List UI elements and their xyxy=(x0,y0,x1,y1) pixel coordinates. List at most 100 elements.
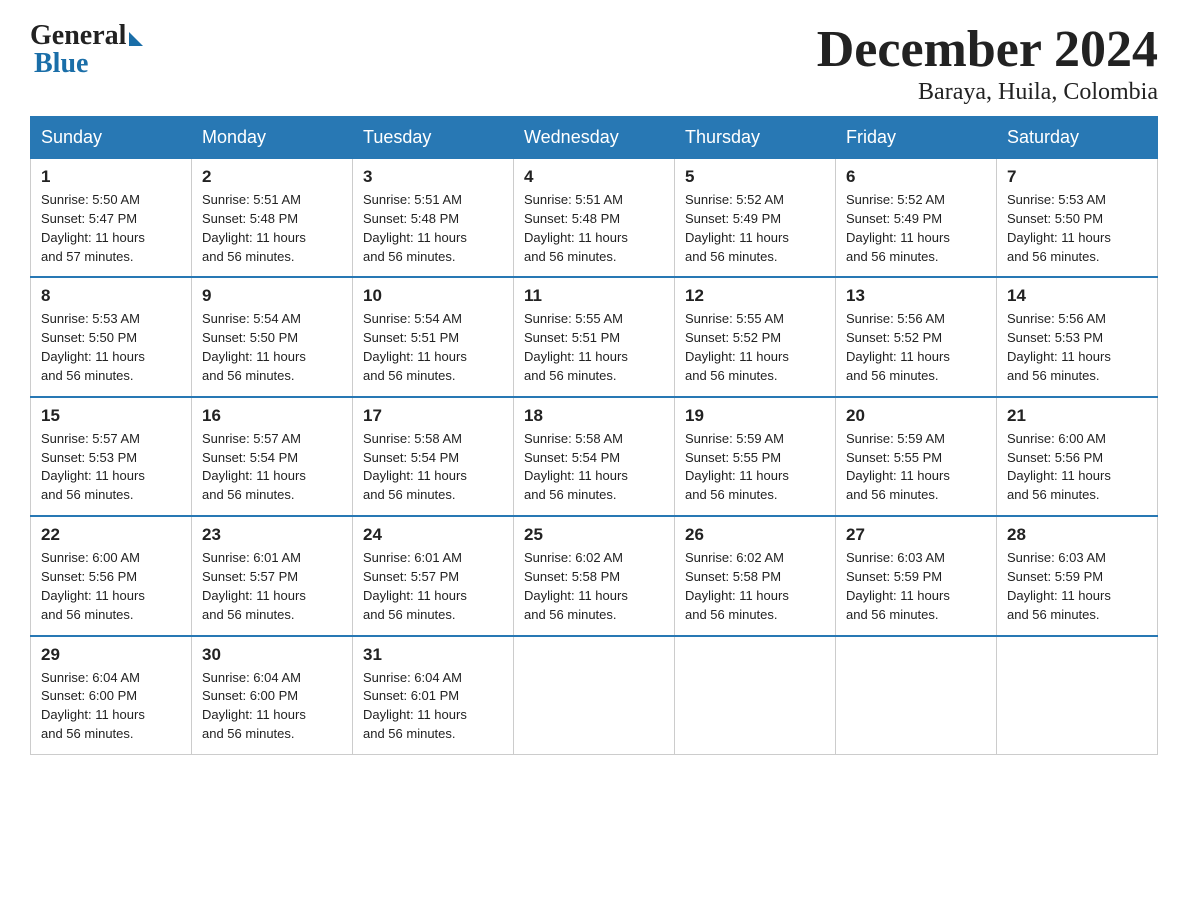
day-info: Sunrise: 6:04 AM Sunset: 6:00 PM Dayligh… xyxy=(202,669,342,744)
day-info: Sunrise: 5:54 AM Sunset: 5:50 PM Dayligh… xyxy=(202,310,342,385)
day-info: Sunrise: 6:04 AM Sunset: 6:01 PM Dayligh… xyxy=(363,669,503,744)
calendar-day-header: Thursday xyxy=(675,117,836,159)
calendar-cell: 6 Sunrise: 5:52 AM Sunset: 5:49 PM Dayli… xyxy=(836,159,997,278)
day-number: 13 xyxy=(846,286,986,306)
calendar-cell xyxy=(675,636,836,755)
day-info: Sunrise: 6:02 AM Sunset: 5:58 PM Dayligh… xyxy=(524,549,664,624)
day-number: 6 xyxy=(846,167,986,187)
calendar-cell xyxy=(514,636,675,755)
calendar-cell: 17 Sunrise: 5:58 AM Sunset: 5:54 PM Dayl… xyxy=(353,397,514,516)
calendar-cell: 30 Sunrise: 6:04 AM Sunset: 6:00 PM Dayl… xyxy=(192,636,353,755)
day-number: 14 xyxy=(1007,286,1147,306)
calendar-day-header: Wednesday xyxy=(514,117,675,159)
day-info: Sunrise: 5:56 AM Sunset: 5:53 PM Dayligh… xyxy=(1007,310,1147,385)
calendar-cell: 8 Sunrise: 5:53 AM Sunset: 5:50 PM Dayli… xyxy=(31,277,192,396)
calendar-table: SundayMondayTuesdayWednesdayThursdayFrid… xyxy=(30,116,1158,755)
day-number: 20 xyxy=(846,406,986,426)
logo-blue-text: Blue xyxy=(34,48,88,80)
calendar-cell: 1 Sunrise: 5:50 AM Sunset: 5:47 PM Dayli… xyxy=(31,159,192,278)
calendar-cell: 10 Sunrise: 5:54 AM Sunset: 5:51 PM Dayl… xyxy=(353,277,514,396)
calendar-cell: 13 Sunrise: 5:56 AM Sunset: 5:52 PM Dayl… xyxy=(836,277,997,396)
day-number: 18 xyxy=(524,406,664,426)
day-info: Sunrise: 6:00 AM Sunset: 5:56 PM Dayligh… xyxy=(1007,430,1147,505)
day-number: 5 xyxy=(685,167,825,187)
calendar-cell: 25 Sunrise: 6:02 AM Sunset: 5:58 PM Dayl… xyxy=(514,516,675,635)
day-number: 15 xyxy=(41,406,181,426)
day-number: 4 xyxy=(524,167,664,187)
day-number: 7 xyxy=(1007,167,1147,187)
day-info: Sunrise: 5:52 AM Sunset: 5:49 PM Dayligh… xyxy=(685,191,825,266)
day-number: 19 xyxy=(685,406,825,426)
logo-arrow-icon xyxy=(129,32,143,46)
day-info: Sunrise: 6:03 AM Sunset: 5:59 PM Dayligh… xyxy=(1007,549,1147,624)
day-number: 22 xyxy=(41,525,181,545)
page-subtitle: Baraya, Huila, Colombia xyxy=(817,79,1158,106)
day-info: Sunrise: 5:51 AM Sunset: 5:48 PM Dayligh… xyxy=(363,191,503,266)
calendar-day-header: Monday xyxy=(192,117,353,159)
calendar-cell: 12 Sunrise: 5:55 AM Sunset: 5:52 PM Dayl… xyxy=(675,277,836,396)
day-number: 17 xyxy=(363,406,503,426)
calendar-cell: 15 Sunrise: 5:57 AM Sunset: 5:53 PM Dayl… xyxy=(31,397,192,516)
day-info: Sunrise: 5:54 AM Sunset: 5:51 PM Dayligh… xyxy=(363,310,503,385)
calendar-day-header: Sunday xyxy=(31,117,192,159)
day-info: Sunrise: 6:00 AM Sunset: 5:56 PM Dayligh… xyxy=(41,549,181,624)
day-info: Sunrise: 6:03 AM Sunset: 5:59 PM Dayligh… xyxy=(846,549,986,624)
calendar-cell: 23 Sunrise: 6:01 AM Sunset: 5:57 PM Dayl… xyxy=(192,516,353,635)
calendar-cell: 14 Sunrise: 5:56 AM Sunset: 5:53 PM Dayl… xyxy=(997,277,1158,396)
page-header: General Blue December 2024 Baraya, Huila… xyxy=(30,20,1158,106)
day-number: 9 xyxy=(202,286,342,306)
calendar-cell: 26 Sunrise: 6:02 AM Sunset: 5:58 PM Dayl… xyxy=(675,516,836,635)
calendar-day-header: Friday xyxy=(836,117,997,159)
day-number: 1 xyxy=(41,167,181,187)
day-info: Sunrise: 6:02 AM Sunset: 5:58 PM Dayligh… xyxy=(685,549,825,624)
calendar-cell: 11 Sunrise: 5:55 AM Sunset: 5:51 PM Dayl… xyxy=(514,277,675,396)
day-number: 3 xyxy=(363,167,503,187)
calendar-cell: 2 Sunrise: 5:51 AM Sunset: 5:48 PM Dayli… xyxy=(192,159,353,278)
day-number: 8 xyxy=(41,286,181,306)
calendar-cell xyxy=(997,636,1158,755)
day-info: Sunrise: 5:51 AM Sunset: 5:48 PM Dayligh… xyxy=(202,191,342,266)
day-info: Sunrise: 5:58 AM Sunset: 5:54 PM Dayligh… xyxy=(524,430,664,505)
title-block: December 2024 Baraya, Huila, Colombia xyxy=(817,20,1158,106)
day-info: Sunrise: 5:55 AM Sunset: 5:51 PM Dayligh… xyxy=(524,310,664,385)
calendar-cell: 28 Sunrise: 6:03 AM Sunset: 5:59 PM Dayl… xyxy=(997,516,1158,635)
day-number: 28 xyxy=(1007,525,1147,545)
calendar-cell: 7 Sunrise: 5:53 AM Sunset: 5:50 PM Dayli… xyxy=(997,159,1158,278)
day-info: Sunrise: 5:53 AM Sunset: 5:50 PM Dayligh… xyxy=(41,310,181,385)
calendar-cell: 20 Sunrise: 5:59 AM Sunset: 5:55 PM Dayl… xyxy=(836,397,997,516)
day-info: Sunrise: 5:57 AM Sunset: 5:54 PM Dayligh… xyxy=(202,430,342,505)
day-info: Sunrise: 5:59 AM Sunset: 5:55 PM Dayligh… xyxy=(685,430,825,505)
calendar-cell: 3 Sunrise: 5:51 AM Sunset: 5:48 PM Dayli… xyxy=(353,159,514,278)
day-number: 27 xyxy=(846,525,986,545)
day-number: 29 xyxy=(41,645,181,665)
day-number: 2 xyxy=(202,167,342,187)
calendar-cell: 16 Sunrise: 5:57 AM Sunset: 5:54 PM Dayl… xyxy=(192,397,353,516)
day-info: Sunrise: 5:59 AM Sunset: 5:55 PM Dayligh… xyxy=(846,430,986,505)
calendar-cell: 4 Sunrise: 5:51 AM Sunset: 5:48 PM Dayli… xyxy=(514,159,675,278)
day-info: Sunrise: 5:51 AM Sunset: 5:48 PM Dayligh… xyxy=(524,191,664,266)
calendar-cell: 5 Sunrise: 5:52 AM Sunset: 5:49 PM Dayli… xyxy=(675,159,836,278)
day-number: 23 xyxy=(202,525,342,545)
calendar-cell: 18 Sunrise: 5:58 AM Sunset: 5:54 PM Dayl… xyxy=(514,397,675,516)
day-number: 24 xyxy=(363,525,503,545)
day-number: 31 xyxy=(363,645,503,665)
calendar-cell: 22 Sunrise: 6:00 AM Sunset: 5:56 PM Dayl… xyxy=(31,516,192,635)
day-info: Sunrise: 5:53 AM Sunset: 5:50 PM Dayligh… xyxy=(1007,191,1147,266)
day-info: Sunrise: 5:55 AM Sunset: 5:52 PM Dayligh… xyxy=(685,310,825,385)
day-info: Sunrise: 6:01 AM Sunset: 5:57 PM Dayligh… xyxy=(202,549,342,624)
day-number: 30 xyxy=(202,645,342,665)
calendar-cell: 24 Sunrise: 6:01 AM Sunset: 5:57 PM Dayl… xyxy=(353,516,514,635)
day-info: Sunrise: 5:58 AM Sunset: 5:54 PM Dayligh… xyxy=(363,430,503,505)
calendar-cell: 27 Sunrise: 6:03 AM Sunset: 5:59 PM Dayl… xyxy=(836,516,997,635)
day-number: 12 xyxy=(685,286,825,306)
day-info: Sunrise: 6:01 AM Sunset: 5:57 PM Dayligh… xyxy=(363,549,503,624)
day-info: Sunrise: 5:57 AM Sunset: 5:53 PM Dayligh… xyxy=(41,430,181,505)
day-number: 11 xyxy=(524,286,664,306)
calendar-cell xyxy=(836,636,997,755)
day-number: 25 xyxy=(524,525,664,545)
calendar-cell: 9 Sunrise: 5:54 AM Sunset: 5:50 PM Dayli… xyxy=(192,277,353,396)
calendar-cell: 21 Sunrise: 6:00 AM Sunset: 5:56 PM Dayl… xyxy=(997,397,1158,516)
day-info: Sunrise: 6:04 AM Sunset: 6:00 PM Dayligh… xyxy=(41,669,181,744)
day-number: 26 xyxy=(685,525,825,545)
page-title: December 2024 xyxy=(817,20,1158,79)
